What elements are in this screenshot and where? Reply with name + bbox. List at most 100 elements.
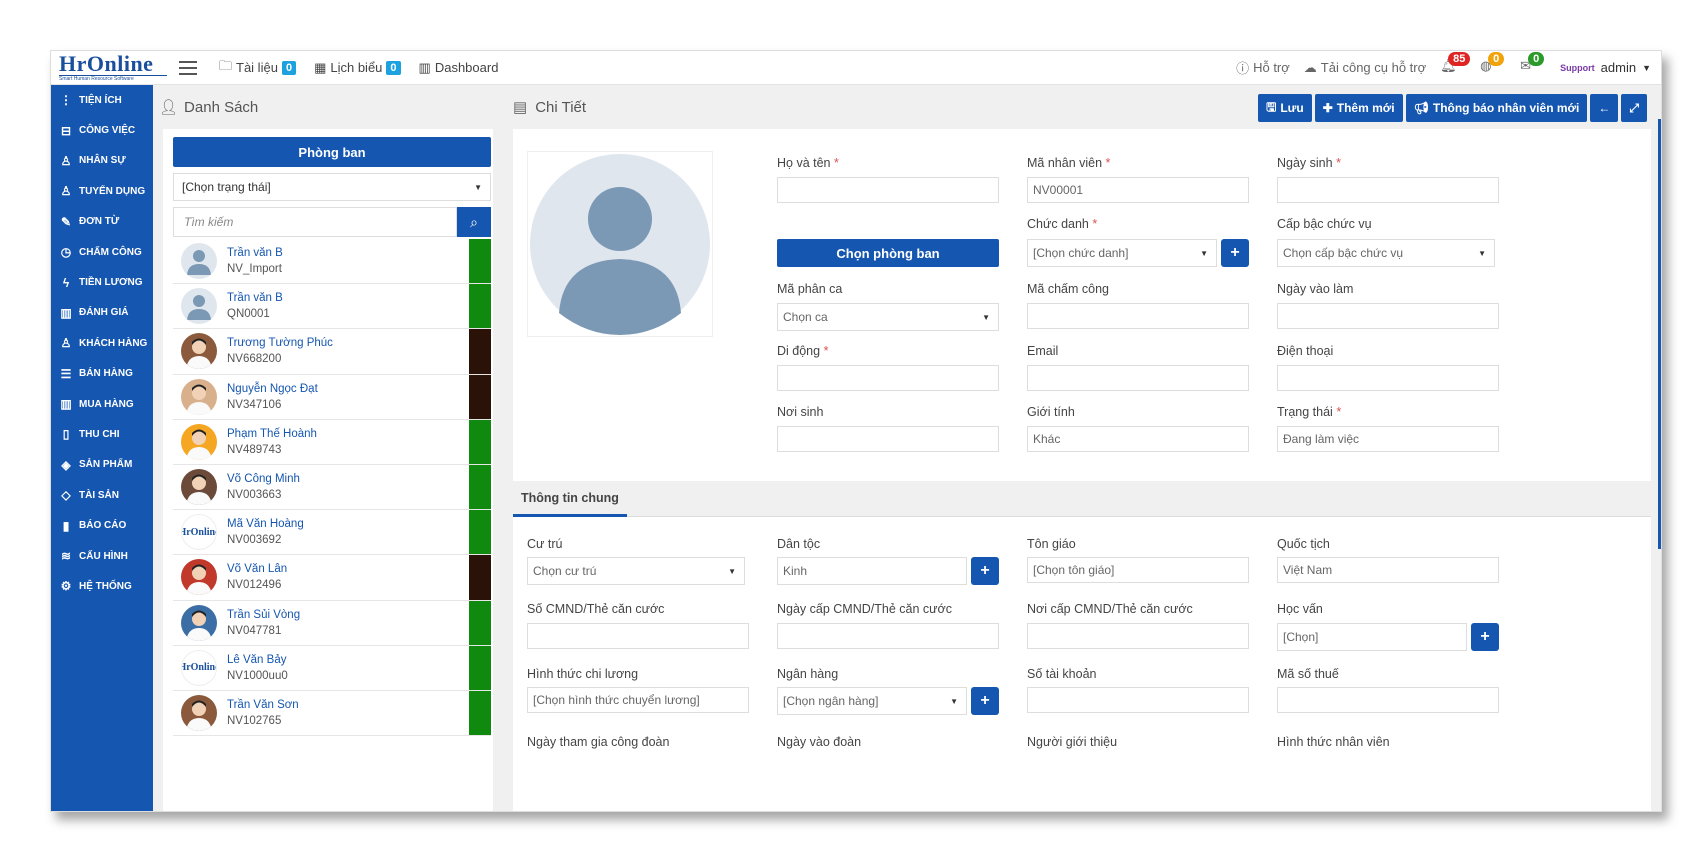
notification-bell[interactable]: 🔔︎ 85: [1440, 51, 1471, 78]
back-button[interactable]: ←: [1590, 94, 1619, 122]
add-bank-button[interactable]: +: [971, 687, 999, 715]
employee-name[interactable]: Phạm Thế Hoành: [227, 426, 317, 442]
list-item[interactable]: Trần Sủi Vòng NV047781: [173, 600, 491, 646]
sidebar-item-14[interactable]: ▮ BÁO CÁO: [51, 510, 153, 540]
birthplace-input[interactable]: [777, 426, 999, 452]
nav-documents[interactable]: 🗀 Tài liệu 0: [219, 57, 297, 79]
list-item[interactable]: Trần văn B NV_Import: [173, 239, 491, 285]
religion-label: Tôn giáo: [1027, 537, 1076, 551]
sidebar-item-9[interactable]: ☰ BÁN HÀNG: [51, 359, 153, 389]
save-button[interactable]: 🖫 Lưu: [1258, 94, 1312, 122]
sidebar-item-6[interactable]: ϟ TIỀN LƯƠNG: [51, 267, 153, 297]
start-date-input[interactable]: [1277, 303, 1499, 329]
email-input[interactable]: [1027, 365, 1249, 391]
list-item[interactable]: Trương Tường Phúc NV668200: [173, 329, 491, 375]
tab-general-info[interactable]: Thông tin chung: [513, 481, 627, 517]
sidebar-item-5[interactable]: ◷ CHẤM CÔNG: [51, 237, 153, 267]
employee-photo[interactable]: [527, 151, 713, 337]
employee-name[interactable]: Võ Công Minh: [227, 471, 300, 487]
job-title-select[interactable]: [Chọn chức danh]: [1027, 239, 1217, 267]
birthday-input[interactable]: [1277, 177, 1499, 203]
edit-icon: ✎: [60, 214, 72, 229]
ethnicity-label: Dân tộc: [777, 537, 821, 551]
religion-input[interactable]: [Chọn tôn giáo]: [1027, 557, 1249, 583]
account-number-input[interactable]: [1027, 687, 1249, 713]
employee-name[interactable]: Trần Sủi Vòng: [227, 607, 300, 623]
id-date-input[interactable]: [777, 623, 999, 649]
search-input[interactable]: Tìm kiếm: [173, 207, 457, 237]
education-input[interactable]: [Chọn]: [1277, 623, 1467, 651]
ethnicity-input[interactable]: Kinh: [777, 557, 967, 585]
residence-select[interactable]: Chọn cư trú: [527, 557, 745, 585]
list-item[interactable]: Trần Văn Sơn NV102765: [173, 690, 491, 737]
sidebar-item-1[interactable]: ⊟ CÔNG VIỆC: [51, 115, 153, 145]
employee-name[interactable]: Trần văn B: [227, 290, 283, 306]
list-item[interactable]: Nguyễn Ngọc Đạt NV347106: [173, 374, 491, 420]
employee-name[interactable]: Lê Văn Bảy: [227, 652, 288, 668]
list-item[interactable]: HrOnline Lê Văn BảyNV1000uu0: [173, 645, 491, 691]
salary-method-input[interactable]: [Chọn hình thức chuyển lương]: [527, 687, 749, 713]
sidebar-item-2[interactable]: ♙ NHÂN SỰ: [51, 146, 153, 176]
user-menu[interactable]: Support admin ▼: [1560, 60, 1651, 75]
id-place-input[interactable]: [1027, 623, 1249, 649]
employee-name[interactable]: Trần Văn Sơn: [227, 697, 299, 713]
choose-department-button[interactable]: Chọn phòng ban: [777, 239, 999, 267]
nav-dashboard[interactable]: ▥ Dashboard: [419, 60, 499, 76]
notification-globe[interactable]: ◍ 0: [1480, 51, 1506, 78]
attendance-code-input[interactable]: [1027, 303, 1249, 329]
nav-calendar[interactable]: ▦ Lịch biểu 0: [314, 60, 401, 76]
add-job-title-button[interactable]: +: [1221, 239, 1249, 267]
employee-code: NV1000uu0: [227, 669, 288, 682]
sidebar-item-7[interactable]: ▥ ĐÁNH GIÁ: [51, 298, 153, 328]
fullscreen-button[interactable]: ⤢: [1621, 94, 1647, 122]
app-logo[interactable]: HrOnline Smart Human Resource Software: [59, 52, 167, 82]
sidebar-item-15[interactable]: ≋ CẤU HÌNH: [51, 541, 153, 571]
menu-toggle-icon[interactable]: [179, 60, 197, 75]
sidebar-item-16[interactable]: ⚙ HỆ THỐNG: [51, 571, 153, 601]
sidebar-item-0[interactable]: ⋮ TIỆN ÍCH: [51, 85, 153, 115]
status-select[interactable]: [Chọn trạng thái]: [173, 173, 491, 201]
notify-new-employee-button[interactable]: 📢︎ Thông báo nhân viên mới: [1405, 94, 1588, 122]
list-item[interactable]: Phạm Thế Hoành NV489743: [173, 419, 491, 465]
add-education-button[interactable]: +: [1471, 623, 1499, 651]
tax-code-input[interactable]: [1277, 687, 1499, 713]
add-new-button[interactable]: ✚ Thêm mới: [1314, 94, 1403, 122]
sidebar-item-13[interactable]: ◇ TÀI SẢN: [51, 480, 153, 510]
employee-name[interactable]: Mã Văn Hoàng: [227, 516, 304, 532]
search-button[interactable]: ⌕: [457, 207, 491, 237]
sidebar-item-3[interactable]: ♙ TUYỂN DỤNG: [51, 176, 153, 206]
employee-name[interactable]: Trương Tường Phúc: [227, 335, 333, 351]
employee-name[interactable]: Trần văn B: [227, 245, 283, 261]
sidebar-item-12[interactable]: ◈ SẢN PHẨM: [51, 450, 153, 480]
list-item[interactable]: Võ Văn Lân NV012496: [173, 555, 491, 601]
employee-code-input[interactable]: NV00001: [1027, 177, 1249, 203]
list-item[interactable]: Trần văn B QN0001: [173, 284, 491, 330]
list-item[interactable]: Võ Công Minh NV003663: [173, 464, 491, 511]
list-item[interactable]: HrOnline Mã Văn Hoàng NV003692: [173, 510, 491, 556]
mobile-input[interactable]: [777, 365, 999, 391]
sidebar-item-8[interactable]: ♙ KHÁCH HÀNG: [51, 328, 153, 358]
notification-chat[interactable]: ✉ 0: [1520, 51, 1546, 78]
scrollbar[interactable]: [1658, 119, 1661, 549]
sidebar-item-4[interactable]: ✎ ĐƠN TỪ: [51, 207, 153, 237]
status-input[interactable]: Đang làm việc: [1277, 426, 1499, 452]
full-name-input[interactable]: [777, 177, 999, 203]
id-number-input[interactable]: [527, 623, 749, 649]
add-ethnicity-button[interactable]: +: [971, 557, 999, 585]
nationality-input[interactable]: Việt Nam: [1277, 557, 1499, 583]
status-bar: [469, 284, 491, 329]
department-button[interactable]: Phòng ban: [173, 137, 491, 167]
help-link[interactable]: ⓘ Hỗ trợ: [1236, 58, 1290, 77]
sidebar-item-10[interactable]: ▥ MUA HÀNG: [51, 389, 153, 419]
status-bar: [469, 600, 491, 645]
phone-input[interactable]: [1277, 365, 1499, 391]
download-tool-link[interactable]: ☁ Tải công cụ hỗ trợ: [1304, 60, 1426, 76]
sidebar-item-11[interactable]: ▯ THU CHI: [51, 419, 153, 449]
employee-name[interactable]: Võ Văn Lân: [227, 561, 287, 577]
sidebar-item-label: HỆ THỐNG: [79, 580, 132, 592]
gender-input[interactable]: Khác: [1027, 426, 1249, 452]
shift-select[interactable]: Chọn ca: [777, 303, 999, 331]
bank-select[interactable]: [Chọn ngân hàng]: [777, 687, 967, 715]
rank-select[interactable]: Chọn cấp bậc chức vụ: [1277, 239, 1495, 267]
employee-name[interactable]: Nguyễn Ngọc Đạt: [227, 381, 318, 397]
